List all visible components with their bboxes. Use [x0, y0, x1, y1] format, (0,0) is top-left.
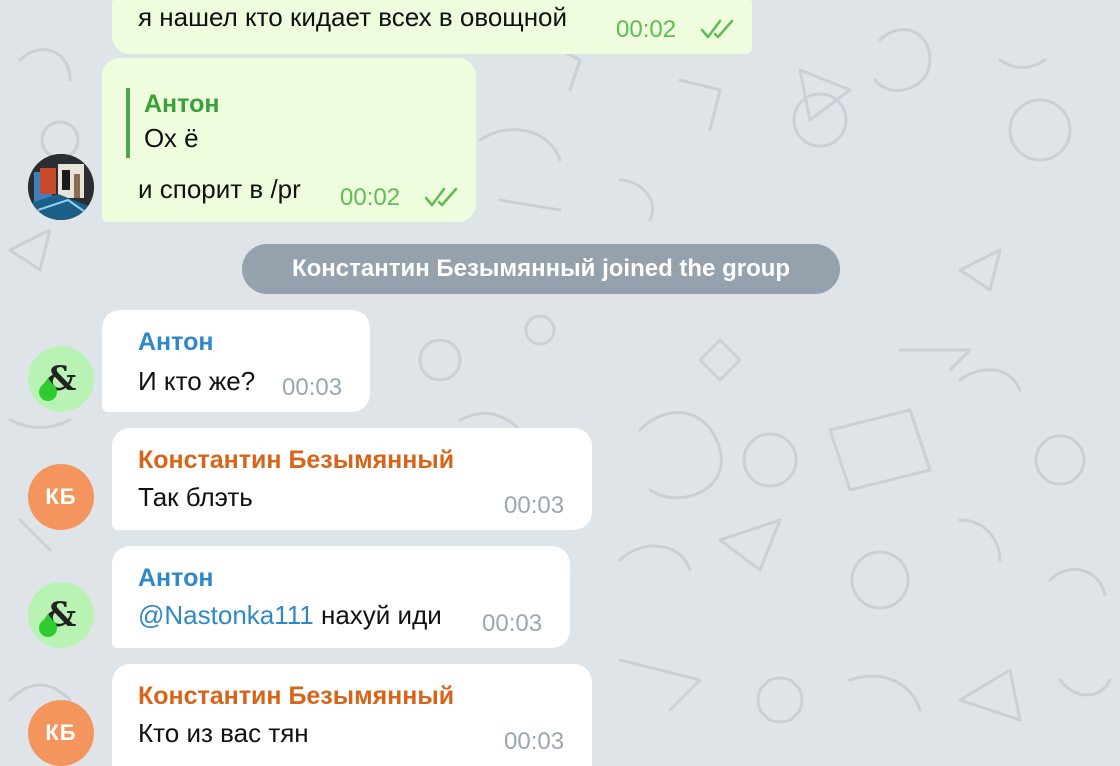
message-bubble-incoming[interactable]: Антон @Nastonka111 нахуй иди 00:03	[112, 546, 570, 648]
user-mention-link[interactable]: @Nastonka111	[138, 600, 314, 630]
message-author[interactable]: Антон	[138, 564, 213, 593]
konstantin-avatar[interactable]: КБ	[28, 700, 94, 766]
message-author[interactable]: Антон	[138, 328, 213, 357]
read-checkmarks-icon	[700, 19, 734, 39]
message-bubble-outgoing-reply[interactable]: Антон Ох ё и спорит в /pr 00:02	[102, 58, 476, 222]
chat-area[interactable]: я нашел кто кидает всех в овощной 00:02 …	[0, 0, 1120, 766]
konstantin-avatar[interactable]: КБ	[28, 464, 94, 530]
message-text-rest: нахуй иди	[313, 600, 442, 630]
read-checkmarks-icon	[424, 187, 458, 207]
message-bubble-incoming[interactable]: Антон И кто же? 00:03	[102, 310, 370, 412]
ampersand-icon: &	[39, 359, 77, 401]
message-time: 00:03	[504, 728, 565, 755]
message-text: @Nastonka111 нахуй иди	[138, 600, 442, 631]
reply-author: Антон	[144, 90, 220, 118]
anton-avatar[interactable]: &	[28, 582, 94, 648]
message-text: Так блэть	[138, 482, 253, 512]
message-time: 00:03	[282, 374, 343, 401]
message-time: 00:02	[340, 184, 401, 211]
sender-avatar[interactable]	[28, 154, 94, 220]
message-author[interactable]: Константин Безымянный	[138, 682, 454, 711]
message-text: я нашел кто кидает всех в овощной	[138, 2, 568, 32]
anton-avatar[interactable]: &	[28, 346, 94, 412]
message-bubble-incoming[interactable]: Константин Безымянный Кто из вас тян 00:…	[112, 664, 592, 766]
reply-text: Ох ё	[144, 123, 199, 153]
message-text: Кто из вас тян	[138, 718, 309, 748]
ampersand-icon: &	[39, 595, 77, 637]
message-text: и спорит в /pr	[138, 174, 301, 204]
photo-avatar-icon	[28, 154, 94, 220]
message-time: 00:02	[616, 16, 677, 43]
message-bubble-incoming[interactable]: Константин Безымянный Так блэть 00:03	[112, 428, 592, 530]
message-time: 00:03	[504, 492, 565, 519]
message-time: 00:03	[482, 610, 543, 637]
reply-quote[interactable]: Антон Ох ё	[126, 88, 219, 158]
service-message-joined: Константин Безымянный joined the group	[242, 244, 840, 294]
message-bubble-outgoing[interactable]: я нашел кто кидает всех в овощной 00:02	[112, 0, 752, 54]
message-text: И кто же?	[138, 366, 256, 396]
message-author[interactable]: Константин Безымянный	[138, 446, 454, 475]
